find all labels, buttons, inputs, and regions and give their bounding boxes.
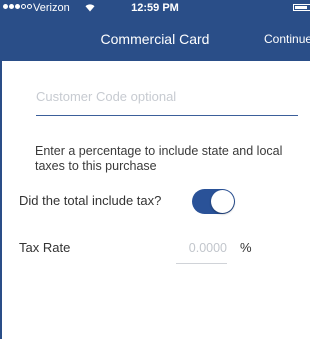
tax-rate-label: Tax Rate [19,240,71,255]
commercial-card-screen: Verizon 12:59 PM Commercial Card Continu… [0,0,310,339]
tax-included-toggle[interactable] [192,189,235,214]
status-bar: Verizon 12:59 PM [0,0,310,20]
left-edge-divider [0,61,2,339]
tax-info-text: Enter a percentage to include state and … [35,144,283,173]
navigation-bar: Verizon 12:59 PM Commercial Card Continu… [0,0,310,61]
toggle-knob [211,190,234,213]
continue-button[interactable]: Continue [264,32,310,46]
battery-icon [293,4,310,11]
status-time: 12:59 PM [131,2,179,14]
percent-unit-label: % [240,240,252,255]
tax-rate-input[interactable] [176,239,227,264]
tax-included-label: Did the total include tax? [19,193,162,208]
customer-code-input[interactable] [36,86,298,116]
